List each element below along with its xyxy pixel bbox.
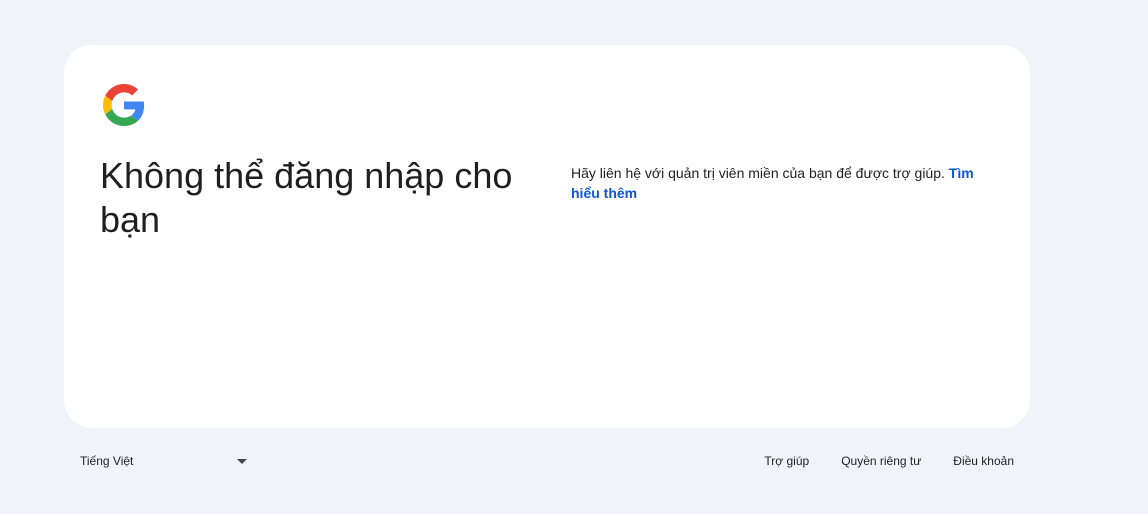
language-selector[interactable]: Tiếng Việt <box>64 446 254 476</box>
help-message-text: Hãy liên hệ với quản trị viên miền của b… <box>571 165 945 181</box>
privacy-link[interactable]: Quyền riêng tư <box>825 446 937 476</box>
page-title: Không thể đăng nhập cho bạn <box>100 155 513 240</box>
help-message: Hãy liên hệ với quản trị viên miền của b… <box>571 163 991 203</box>
footer-links: Trợ giúp Quyền riêng tư Điều khoản <box>748 446 1030 476</box>
language-selected-value: Tiếng Việt <box>80 454 134 468</box>
terms-link[interactable]: Điều khoản <box>937 446 1030 476</box>
help-link[interactable]: Trợ giúp <box>748 446 825 476</box>
google-g-logo-icon <box>103 84 145 126</box>
footer: Tiếng Việt Trợ giúp Quyền riêng tư Điều … <box>64 446 1030 476</box>
signin-card: Không thể đăng nhập cho bạn Hãy liên hệ … <box>64 45 1030 428</box>
caret-down-icon <box>237 459 247 464</box>
